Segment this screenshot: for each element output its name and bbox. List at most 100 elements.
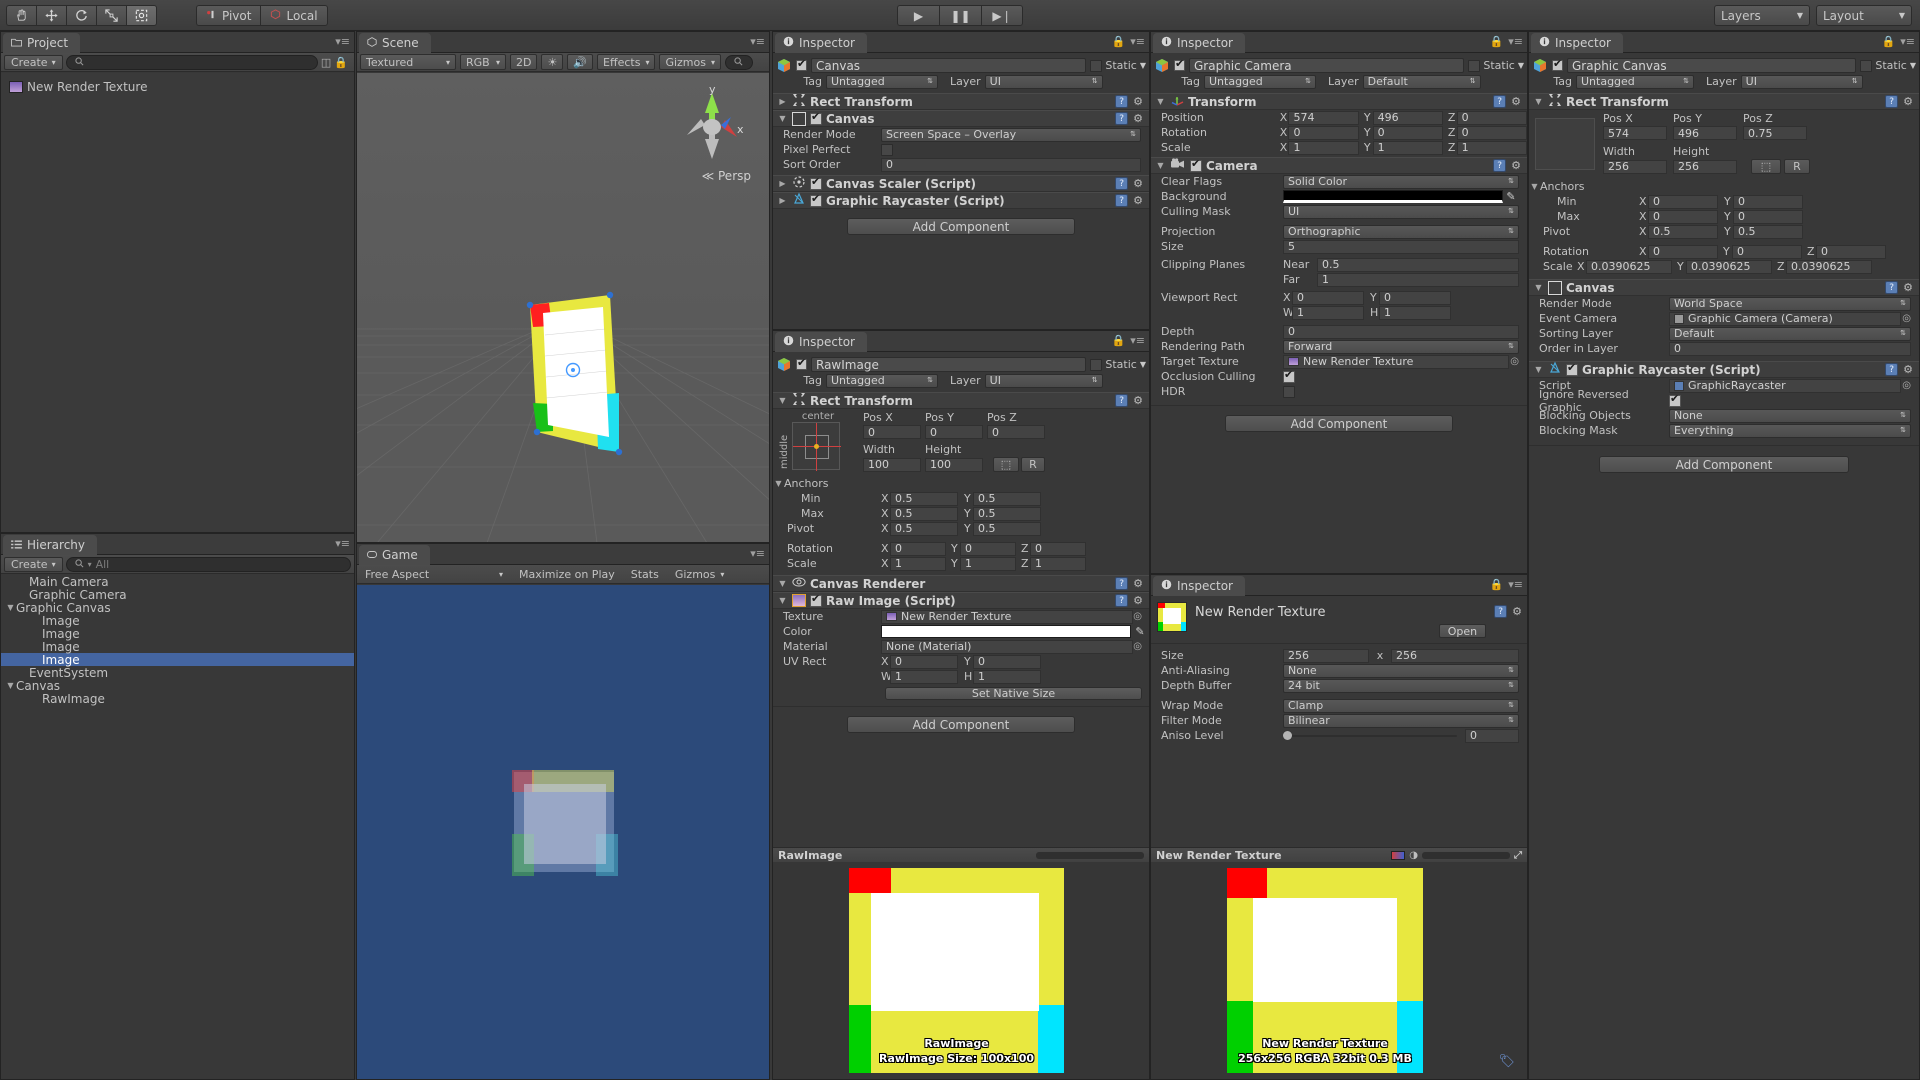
tag-dropdown[interactable]: Untagged ⇅ bbox=[826, 74, 938, 89]
hierarchy-tree[interactable]: Main Camera Graphic Camera ▼ Graphic Canvas… bbox=[1, 575, 354, 1079]
help-icon[interactable]: ? bbox=[1115, 394, 1129, 407]
expand-triangle-icon[interactable]: ▼ bbox=[777, 396, 788, 405]
prop-dropdown[interactable]: UI ⇅ bbox=[1283, 204, 1519, 219]
aniso-slider-knob[interactable] bbox=[1283, 730, 1292, 740]
expand-triangle-icon[interactable]: ▼ bbox=[1155, 161, 1166, 170]
depth-field[interactable]: 0 bbox=[1283, 324, 1519, 339]
gear-icon[interactable]: ⚙ bbox=[1133, 194, 1143, 207]
blueprint-mode-button[interactable]: ⬚ bbox=[993, 457, 1019, 472]
material-object-field[interactable]: None (Material) bbox=[881, 639, 1133, 654]
scale-x-field[interactable]: 0.0390625 bbox=[1586, 259, 1672, 274]
expand-triangle-icon[interactable]: ▼ bbox=[1533, 283, 1544, 292]
static-checkbox[interactable] bbox=[1468, 59, 1481, 72]
hierarchy-create-button[interactable]: Create ▾ bbox=[4, 556, 63, 572]
camera-enabled-checkbox[interactable] bbox=[1190, 158, 1202, 172]
tab-inspector-graphic-camera[interactable]: Inspector bbox=[1153, 33, 1245, 53]
anchors-foldout[interactable]: ▼ Anchors bbox=[1529, 179, 1919, 194]
anchor-max-y-field[interactable]: 0 bbox=[1733, 209, 1803, 224]
help-icon[interactable]: ? bbox=[1115, 95, 1129, 108]
canvas-enabled-checkbox[interactable] bbox=[810, 111, 822, 125]
scale-y-field[interactable]: 1 bbox=[1372, 140, 1443, 155]
move-tool-button[interactable] bbox=[36, 5, 66, 26]
tab-scene[interactable]: Scene bbox=[359, 33, 431, 53]
tab-hierarchy[interactable]: Hierarchy bbox=[3, 535, 98, 555]
pivot-y-field[interactable]: 0.5 bbox=[973, 521, 1041, 536]
hierarchy-tab-menu[interactable]: ▾≡ bbox=[335, 537, 350, 550]
component-raw-image[interactable]: ▼ Raw Image (Script) ? ⚙ bbox=[773, 592, 1149, 609]
rotation-x-field[interactable]: 0 bbox=[1288, 125, 1359, 140]
expand-triangle-icon[interactable]: ▼ bbox=[777, 596, 788, 605]
position-z-field[interactable]: 0 bbox=[1456, 110, 1527, 125]
tag-dropdown[interactable]: Untagged ⇅ bbox=[1576, 74, 1694, 89]
scene-color-dropdown[interactable]: RGB ▾ bbox=[460, 54, 506, 70]
gear-icon[interactable]: ⚙ bbox=[1133, 394, 1143, 407]
rendering-path-dropdown[interactable]: Forward ⇅ bbox=[1283, 339, 1519, 354]
preview-scrollbar[interactable] bbox=[1036, 851, 1144, 859]
preview-filter-icon[interactable]: ◑ bbox=[1409, 850, 1418, 861]
lock-icon[interactable]: 🔒 bbox=[1490, 35, 1504, 48]
expand-triangle-icon[interactable]: ▼ bbox=[777, 579, 788, 588]
add-component-button[interactable]: Add Component bbox=[847, 218, 1075, 235]
layout-dropdown[interactable]: Layout ▼ bbox=[1816, 5, 1912, 26]
hierarchy-item-eventsystem[interactable]: EventSystem bbox=[1, 666, 354, 680]
expand-triangle-icon[interactable]: ▼ bbox=[1529, 182, 1540, 191]
scene-3d-view[interactable]: x y ≪ Persp bbox=[357, 73, 769, 542]
gear-icon[interactable]: ⚙ bbox=[1903, 95, 1913, 108]
anchor-max-x-field[interactable]: 0.5 bbox=[890, 506, 958, 521]
scene-shading-dropdown[interactable]: Textured ▾ bbox=[360, 54, 456, 70]
rotation-z-field[interactable]: 0 bbox=[1816, 244, 1886, 259]
object-picker-icon[interactable]: ◎ bbox=[1902, 380, 1911, 391]
target-texture-picker-icon[interactable]: ◎ bbox=[1510, 356, 1519, 367]
posz-field[interactable]: 0 bbox=[987, 425, 1045, 439]
aniso-value-field[interactable]: 0 bbox=[1465, 728, 1519, 743]
open-asset-button[interactable]: Open bbox=[1438, 624, 1487, 638]
help-icon[interactable]: ? bbox=[1115, 112, 1129, 125]
scale-y-field[interactable]: 0.0390625 bbox=[1686, 259, 1772, 274]
help-icon[interactable]: ? bbox=[1885, 281, 1899, 294]
static-checkbox[interactable] bbox=[1860, 59, 1873, 72]
component-canvas[interactable]: ▼ Canvas ? ⚙ bbox=[773, 110, 1149, 127]
search-type-caret[interactable]: ▾ bbox=[88, 560, 92, 569]
anchor-min-x-field[interactable]: 0.5 bbox=[890, 491, 958, 506]
position-x-field[interactable]: 574 bbox=[1288, 110, 1359, 125]
pivot-y-field[interactable]: 0.5 bbox=[1733, 224, 1803, 239]
scale-z-field[interactable]: 1 bbox=[1456, 140, 1527, 155]
viewport-x-field[interactable]: 0 bbox=[1292, 290, 1364, 305]
prop-object-field[interactable]: GraphicRaycaster bbox=[1669, 378, 1901, 393]
inspector-graphic-camera-tabicons[interactable]: 🔒 ▾≡ bbox=[1490, 35, 1523, 48]
panel-menu-icon[interactable]: ▾≡ bbox=[1130, 334, 1145, 347]
gear-icon[interactable]: ⚙ bbox=[1133, 177, 1143, 190]
layer-dropdown[interactable]: UI ⇅ bbox=[984, 373, 1103, 388]
posx-field[interactable]: 0 bbox=[863, 425, 921, 439]
chevron-down-icon[interactable]: ▼ bbox=[1140, 360, 1146, 369]
raw-image-enabled-checkbox[interactable] bbox=[810, 593, 822, 607]
chevron-down-icon[interactable]: ▼ bbox=[1140, 61, 1146, 70]
list-item[interactable]: New Render Texture bbox=[1, 79, 354, 95]
project-lock-icon[interactable]: 🔒 bbox=[334, 56, 348, 69]
rotation-y-field[interactable]: 0 bbox=[1732, 244, 1802, 259]
height-field[interactable]: 256 bbox=[1673, 159, 1737, 174]
help-icon[interactable]: ? bbox=[1885, 95, 1899, 108]
set-native-size-button[interactable]: Set Native Size bbox=[885, 687, 1142, 700]
layers-dropdown[interactable]: Layers ▼ bbox=[1714, 5, 1810, 26]
component-canvas-scaler[interactable]: ▶ Canvas Scaler (Script) ? ⚙ bbox=[773, 175, 1149, 192]
panel-menu-icon[interactable]: ▾≡ bbox=[750, 547, 765, 560]
position-y-field[interactable]: 496 bbox=[1372, 110, 1443, 125]
game-gizmos-dropdown[interactable]: Gizmos ▾ bbox=[670, 566, 730, 582]
anchor-preset-widget[interactable] bbox=[792, 422, 841, 471]
object-name-field[interactable]: Canvas bbox=[811, 58, 1087, 73]
gear-icon[interactable]: ⚙ bbox=[1903, 363, 1913, 376]
prop-dropdown[interactable]: Clamp ⇅ bbox=[1283, 698, 1519, 713]
scene-perspective-label[interactable]: ≪ Persp bbox=[702, 169, 751, 183]
uv-y-field[interactable]: 0 bbox=[973, 654, 1041, 669]
help-icon[interactable]: ? bbox=[1115, 594, 1129, 607]
static-checkbox[interactable] bbox=[1090, 358, 1103, 371]
help-icon[interactable]: ? bbox=[1115, 577, 1129, 590]
uv-x-field[interactable]: 0 bbox=[890, 654, 958, 669]
raw-edit-mode-button[interactable]: R bbox=[1784, 159, 1810, 174]
inspector-canvas-tabicons[interactable]: 🔒 ▾≡ bbox=[1112, 35, 1145, 48]
anchor-preset-widget[interactable] bbox=[1535, 118, 1595, 170]
hand-tool-button[interactable] bbox=[6, 5, 36, 26]
hierarchy-item-image[interactable]: Image bbox=[1, 627, 354, 641]
expand-triangle-icon[interactable]: ▼ bbox=[1533, 365, 1544, 374]
